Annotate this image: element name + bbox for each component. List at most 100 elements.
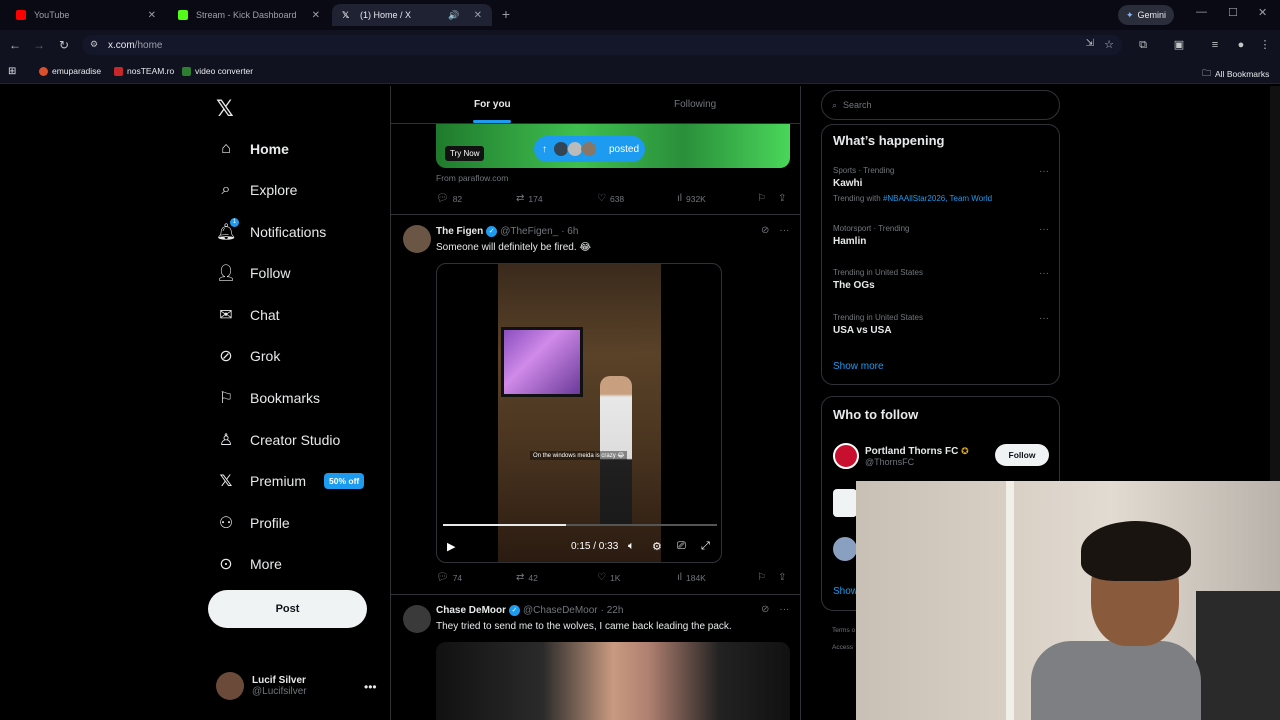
nav-more[interactable]: ⊙ More [216,549,282,579]
ad-source-link[interactable]: From paraflow.com [436,173,508,183]
tab-kick[interactable]: Stream - Kick Dashboard ✕ [168,4,330,26]
star-icon[interactable]: ☆ [1104,38,1114,51]
nav-grok[interactable]: ⊘ Grok [216,341,280,371]
more-icon[interactable]: ··· [779,604,789,615]
extensions-icon[interactable]: ⧉ [1136,38,1150,52]
share-button[interactable]: ⇪ [778,193,786,204]
close-tab-icon[interactable]: ✕ [312,10,320,21]
minimize-icon[interactable]: — [1196,6,1207,18]
nav-home[interactable]: ⌂ Home [216,134,289,164]
trend-item[interactable]: Trending in United States The OGs ··· [833,268,1049,291]
views-button[interactable]: ıl 184K [677,572,706,583]
new-tab-icon[interactable]: + [498,6,514,22]
more-icon[interactable]: ··· [779,225,789,236]
install-app-icon[interactable]: ⇲ [1086,38,1094,49]
search-input[interactable]: ⌕ Search [821,90,1060,120]
share-button[interactable]: ⇪ [778,572,786,583]
profile-icon[interactable]: ● [1234,38,1248,52]
bookmark-nosteam[interactable]: nosTEAM.ro [114,66,174,76]
footer-terms-link[interactable]: Terms o [832,627,855,634]
like-button[interactable]: ♡ 1K [597,572,620,583]
play-icon[interactable]: ▶ [447,540,455,553]
nav-chat[interactable]: ✉ Chat [216,300,279,330]
trend-item[interactable]: Trending in United States USA vs USA ··· [833,313,1049,336]
reply-button[interactable]: 💬︎ 82 [436,193,462,204]
follow-suggestion-partial[interactable] [833,489,857,517]
reply-button[interactable]: 💬︎ 74 [436,572,462,583]
tab-following[interactable]: Following [674,99,716,110]
nav-profile[interactable]: ⚇ Profile [216,508,290,538]
close-tab-icon[interactable]: ✕ [148,10,156,21]
back-icon[interactable]: ← [7,37,23,53]
tweet-media[interactable] [436,642,790,720]
views-icon: ıl [677,193,682,204]
x-logo-icon[interactable]: 𝕏 [216,96,234,122]
account-more-icon[interactable]: ••• [364,680,377,694]
avatar[interactable] [403,225,431,253]
all-bookmarks[interactable]: 🗀 All Bookmarks [1202,66,1269,82]
forward-icon[interactable]: → [31,37,47,53]
repost-button[interactable]: ⇄ 42 [516,572,538,583]
show-more-link[interactable]: Show more [833,361,884,372]
views-button[interactable]: ıl 932K [677,193,706,204]
grok-icon[interactable]: ⊘ [761,225,769,236]
close-tab-icon[interactable]: ✕ [474,10,482,21]
browser-menu-icon[interactable]: ⋮ [1258,38,1272,52]
new-posts-pill[interactable]: ↑ posted [534,136,645,162]
more-icon[interactable]: ··· [1039,313,1049,324]
trend-item[interactable]: Motorsport · Trending Hamlin ··· [833,224,1049,247]
tab-x-home[interactable]: 𝕏 (1) Home / X 🔊 ✕ [332,4,492,26]
more-icon[interactable]: ··· [1039,268,1049,279]
tweet-time[interactable]: · 6h [561,226,578,237]
nav-follow[interactable]: 👤︎ Follow [216,258,290,288]
reload-icon[interactable]: ↻ [56,37,72,53]
captions-icon[interactable]: ⎚ [677,540,686,553]
post-button[interactable]: Post [208,590,367,628]
author-name[interactable]: The Figen [436,226,483,237]
settings-icon[interactable]: ⚙ [652,540,662,553]
volume-icon[interactable]: 🔈︎ [628,540,635,553]
follow-suggestion[interactable]: Portland Thorns FC ✪ @ThornsFC Follow [833,441,1049,471]
author-handle[interactable]: @TheFigen_ [500,226,558,237]
nav-premium[interactable]: 𝕏 Premium 50% off [216,466,365,496]
bookmark-button[interactable]: ⚐ [757,572,766,583]
avatar[interactable] [833,537,857,561]
nav-bookmarks[interactable]: ⚐ Bookmarks [216,383,320,413]
apps-icon[interactable]: ⊞ [8,66,16,77]
video-progress-bar[interactable] [443,524,717,526]
author-handle[interactable]: @ChaseDeMoor [523,605,598,616]
bookmark-video-converter[interactable]: video converter [182,66,253,76]
repost-button[interactable]: ⇄ 174 [516,193,543,204]
nav-explore[interactable]: ⌕ Explore [216,175,298,205]
show-more-link[interactable]: Show [833,586,858,597]
media-controls-icon[interactable]: ≡ [1208,38,1222,52]
account-switcher[interactable]: Lucif Silver @Lucifsilver [216,672,307,700]
bookmark-button[interactable]: ⚐ [757,193,766,204]
bookmark-emuparadise[interactable]: emuparadise [39,66,101,76]
follow-button[interactable]: Follow [995,444,1049,466]
tab-search-icon[interactable]: ▣ [1172,38,1186,52]
footer-access-link[interactable]: Access [832,644,853,651]
trend-with-links[interactable]: #NBAAllStar2026, Team World [883,194,992,203]
more-icon[interactable]: ··· [1039,224,1049,235]
avatar[interactable] [403,605,431,633]
author-name[interactable]: Chase DeMoor [436,605,506,616]
more-icon[interactable]: ··· [1039,166,1049,177]
try-now-button[interactable]: Try Now [445,146,485,161]
close-window-icon[interactable]: ✕ [1258,6,1267,19]
like-button[interactable]: ♡ 638 [597,193,624,204]
nav-creator-studio[interactable]: ♙ Creator Studio [216,425,340,455]
gemini-button[interactable]: ✦ Gemini [1118,5,1175,25]
nav-notifications[interactable]: 🔔︎ 1 Notifications [216,217,326,247]
video-player[interactable]: On the windows meida is crazy 😂 ▶ 0:15 /… [436,263,722,563]
tweet-time[interactable]: · 22h [601,605,624,616]
speaker-icon[interactable]: 🔊 [448,10,459,21]
site-info-icon[interactable]: ⚙ [90,39,98,50]
tab-youtube[interactable]: YouTube ✕ [6,4,166,26]
trend-item[interactable]: Sports · Trending Kawhi Trending with #N… [833,166,1049,203]
fullscreen-icon[interactable]: ⤢ [701,540,710,553]
url-field[interactable]: ⚙ x.com/home ⇲ ☆ [82,35,1122,55]
maximize-icon[interactable]: ☐ [1228,6,1238,19]
grok-icon[interactable]: ⊘ [761,604,769,615]
tab-for-you[interactable]: For you [474,99,511,110]
